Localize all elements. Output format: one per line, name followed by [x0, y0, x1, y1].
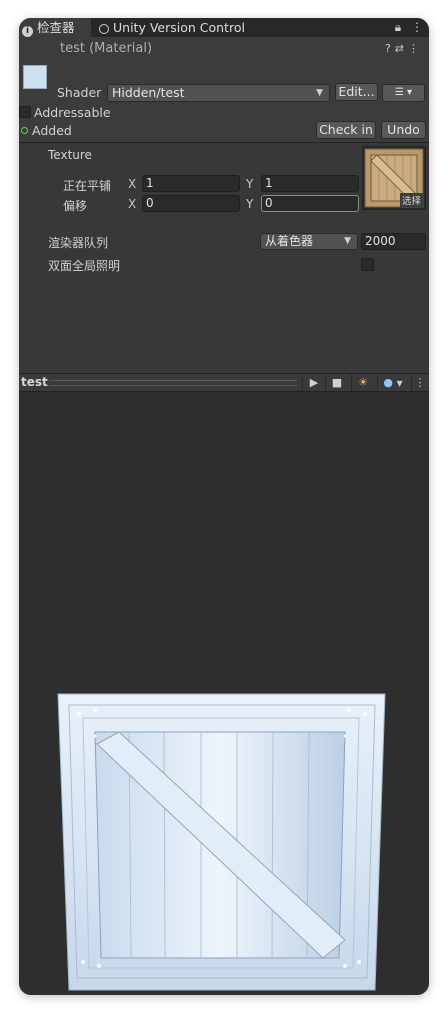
render-queue-label: 渲染器队列	[48, 236, 109, 250]
tab-inspector-label: 检查器	[37, 20, 75, 35]
tab-version-control[interactable]: Unity Version Control	[99, 18, 245, 37]
tiling-y-field[interactable]: 1	[261, 175, 359, 192]
addressable-checkbox[interactable]	[19, 106, 31, 118]
crate-preview-image	[57, 693, 386, 991]
offset-x-field[interactable]: 0	[142, 195, 240, 212]
render-queue-mode: 从着色器	[265, 234, 314, 248]
addressable-label: Addressable	[34, 105, 111, 120]
shader-options-button[interactable]: ☰ ▾	[382, 84, 425, 102]
offset-y-label: Y	[246, 197, 254, 211]
more-icon[interactable]: ⋮	[411, 20, 423, 34]
edit-shader-button[interactable]: Edit...	[335, 83, 378, 101]
shader-value: Hidden/test	[112, 85, 185, 100]
double-sided-gi-label: 双面全局照明	[48, 259, 121, 273]
offset-x-label: X	[128, 197, 137, 211]
light-icon[interactable]: ☀	[351, 374, 374, 391]
chevron-down-icon: ▼	[316, 88, 323, 98]
preset-icon[interactable]: ⇄	[395, 42, 408, 55]
stop-icon[interactable]: ■	[325, 374, 348, 391]
double-sided-gi-checkbox[interactable]	[361, 258, 374, 271]
tiling-y-label: Y	[246, 177, 254, 191]
chevron-down-icon: ▼	[344, 236, 351, 246]
shader-label: Shader	[57, 85, 102, 100]
tiling-x-field[interactable]: 1	[142, 175, 240, 192]
added-status-label: Added	[32, 123, 72, 138]
version-control-icon	[99, 24, 109, 34]
header-divider	[19, 142, 429, 143]
texture-select-button[interactable]: 选择	[399, 193, 423, 207]
preview-title: test	[21, 375, 48, 389]
texture-label: Texture	[48, 148, 92, 162]
offset-label: 偏移	[63, 199, 88, 213]
render-queue-field[interactable]: 2000	[361, 233, 426, 250]
tab-version-control-label: Unity Version Control	[113, 20, 245, 35]
header-icons: ?⇄⋮	[385, 42, 423, 55]
shader-dropdown[interactable]: Hidden/test ▼	[107, 84, 330, 102]
tiling-x-label: X	[128, 177, 137, 191]
material-preview[interactable]	[19, 392, 429, 995]
tab-bar-actions: 🔒︎ ⋮	[395, 18, 423, 37]
check-in-button[interactable]: Check in	[316, 121, 376, 139]
texture-slot[interactable]: 选择	[362, 146, 426, 210]
material-title: test (Material)	[60, 41, 153, 56]
offset-y-field[interactable]: 0	[261, 195, 359, 212]
more-icon[interactable]: ⋮	[408, 42, 423, 55]
info-icon: i	[22, 26, 33, 37]
tab-bar: i 检查器 Unity Version Control 🔒︎ ⋮	[19, 18, 429, 37]
render-queue-dropdown[interactable]: 从着色器 ▼	[260, 233, 358, 250]
tab-inspector[interactable]: i 检查器	[19, 18, 91, 37]
lock-icon[interactable]: 🔒︎	[395, 20, 401, 34]
sphere-icon[interactable]: ● ▼	[377, 374, 408, 391]
preview-drag-handle[interactable]	[49, 380, 297, 386]
tiling-label: 正在平铺	[63, 179, 112, 193]
list-icon: ☰ ▾	[394, 87, 413, 98]
play-icon[interactable]: ▶	[302, 374, 325, 391]
preview-toolbar: test ▶ ■ ☀ ● ▼ ⋮	[19, 373, 429, 392]
inspector-window: i 检查器 Unity Version Control 🔒︎ ⋮ test (Ma…	[19, 18, 429, 995]
help-icon[interactable]: ?	[385, 42, 395, 55]
added-status-icon	[21, 127, 28, 134]
material-header: test (Material) ?⇄⋮ Shader Hidden/test ▼…	[19, 37, 429, 142]
more-icon[interactable]: ⋮	[411, 374, 428, 391]
material-thumbnail	[23, 65, 47, 89]
undo-button[interactable]: Undo	[381, 121, 426, 139]
